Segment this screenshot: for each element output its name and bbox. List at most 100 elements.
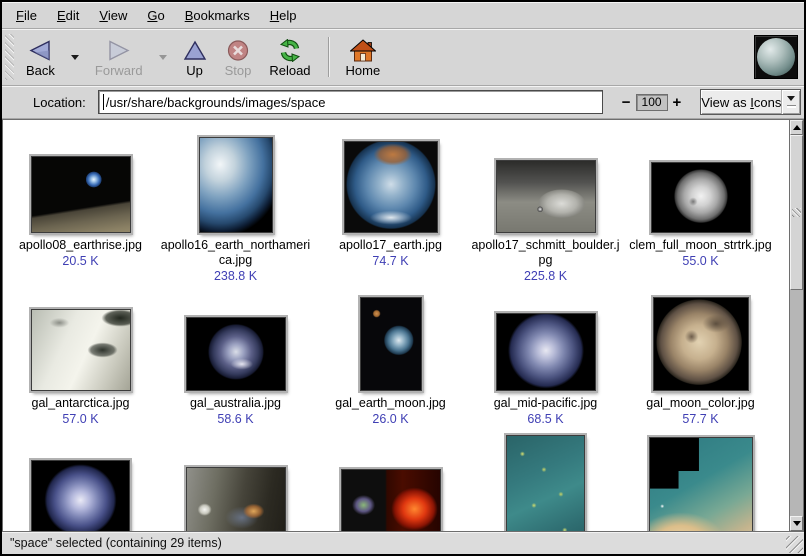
reload-button[interactable]: Reload [260, 31, 319, 83]
file-item[interactable]: apollo17_schmitt_boulder.jpg 225.8 K [468, 137, 623, 295]
window-resize-grip[interactable] [786, 536, 803, 553]
chevron-down-icon [787, 96, 795, 105]
throbber-globe-icon [757, 38, 795, 76]
up-label: Up [186, 63, 203, 78]
file-name[interactable]: apollo08_earthrise.jpg [19, 238, 142, 253]
file-thumbnail[interactable] [341, 469, 441, 532]
status-bar: "space" selected (containing 29 items) [2, 532, 804, 554]
up-icon [183, 39, 207, 62]
scrollbar-thumb[interactable] [790, 135, 803, 290]
file-size: 74.7 K [372, 254, 408, 268]
file-size: 225.8 K [524, 269, 567, 283]
forward-button[interactable]: Forward [86, 31, 152, 83]
forward-label: Forward [95, 63, 143, 78]
file-item[interactable]: gal_australia.jpg 58.6 K [158, 295, 313, 453]
location-input[interactable] [98, 90, 603, 114]
file-thumbnail[interactable] [496, 160, 596, 233]
zoom-out-button[interactable]: − [617, 95, 636, 110]
scrollbar-grip [792, 208, 801, 217]
file-item[interactable]: gal_earth_moon.jpg 26.0 K [313, 295, 468, 453]
file-item[interactable]: apollo17_earth.jpg 74.7 K [313, 137, 468, 295]
file-size: 68.5 K [527, 412, 563, 426]
file-item[interactable]: apollo16_earth_northamerica.jpg 238.8 K [158, 137, 313, 295]
home-button[interactable]: Home [337, 31, 390, 83]
dropdown-ridge [787, 106, 796, 108]
back-history-dropdown[interactable] [64, 31, 86, 83]
file-thumbnail[interactable] [344, 141, 438, 233]
forward-history-dropdown[interactable] [152, 31, 174, 83]
thumbnail-area [186, 295, 286, 391]
view-as-dropdown[interactable]: View as Icons [700, 89, 801, 115]
file-name[interactable]: gal_earth_moon.jpg [335, 396, 446, 411]
menu-item[interactable]: Bookmarks [175, 4, 260, 27]
file-item[interactable]: gal_mid-pacific.jpg 68.5 K [468, 295, 623, 453]
toolbar: Back Forward Up Stop [2, 29, 804, 86]
scroll-up-button[interactable] [790, 120, 803, 135]
file-thumbnail[interactable] [199, 137, 273, 233]
file-manager-window: File Edit View Go Bookmarks Help Back [0, 0, 806, 556]
file-thumbnail[interactable] [31, 156, 131, 233]
file-name[interactable]: apollo16_earth_northamerica.jpg [161, 238, 311, 268]
file-size: 20.5 K [62, 254, 98, 268]
up-button[interactable]: Up [174, 31, 216, 83]
icon-view: apollo08_earthrise.jpg 20.5 K apollo16_e… [2, 119, 789, 532]
file-thumbnail[interactable] [360, 297, 422, 391]
thumbnail-area [653, 295, 749, 391]
status-text: "space" selected (containing 29 items) [10, 536, 786, 550]
file-thumbnail[interactable] [653, 297, 749, 391]
zoom-level-indicator[interactable]: 100 [636, 94, 668, 111]
file-name[interactable]: gal_australia.jpg [190, 396, 281, 411]
menu-item[interactable]: Go [137, 4, 174, 27]
file-item[interactable] [468, 453, 623, 532]
file-item[interactable]: apollo08_earthrise.jpg 20.5 K [3, 137, 158, 295]
content-area: apollo08_earthrise.jpg 20.5 K apollo16_e… [2, 119, 804, 532]
file-thumbnail[interactable] [31, 309, 131, 391]
thumbnail-area [186, 453, 286, 532]
menu-item[interactable]: File [6, 4, 47, 27]
back-icon [27, 39, 53, 62]
file-item[interactable] [623, 453, 778, 532]
file-size: 57.7 K [682, 412, 718, 426]
back-label: Back [26, 63, 55, 78]
home-label: Home [346, 63, 381, 78]
file-item[interactable]: gal_moon_color.jpg 57.7 K [623, 295, 778, 453]
file-name[interactable]: clem_full_moon_strtrk.jpg [629, 238, 771, 253]
file-size: 58.6 K [217, 412, 253, 426]
file-thumbnail[interactable] [649, 437, 753, 532]
arrow-up-icon [793, 121, 801, 130]
thumbnail-area [506, 453, 585, 532]
file-name[interactable]: gal_antarctica.jpg [32, 396, 130, 411]
file-item[interactable] [313, 453, 468, 532]
file-thumbnail[interactable] [31, 460, 130, 532]
vertical-scrollbar[interactable] [789, 119, 804, 532]
throbber-frame [754, 35, 798, 79]
stop-button[interactable]: Stop [216, 31, 261, 83]
file-item[interactable] [158, 453, 313, 532]
file-name[interactable]: apollo17_schmitt_boulder.jpg [471, 238, 621, 268]
menu-item[interactable]: Edit [47, 4, 89, 27]
scrollbar-trough[interactable] [790, 135, 803, 516]
thumbnail-area [496, 137, 596, 233]
thumbnail-area [31, 295, 131, 391]
file-item[interactable]: gal_antarctica.jpg 57.0 K [3, 295, 158, 453]
back-button[interactable]: Back [17, 31, 64, 83]
file-thumbnail[interactable] [506, 435, 585, 532]
file-size: 57.0 K [62, 412, 98, 426]
file-thumbnail[interactable] [496, 313, 596, 391]
file-item[interactable] [3, 453, 158, 532]
reload-label: Reload [269, 63, 310, 78]
scroll-down-button[interactable] [790, 516, 803, 531]
file-name[interactable]: apollo17_earth.jpg [339, 238, 442, 253]
file-thumbnail[interactable] [651, 162, 751, 233]
thumbnail-area [496, 295, 596, 391]
file-name[interactable]: gal_moon_color.jpg [646, 396, 754, 411]
file-name[interactable]: gal_mid-pacific.jpg [494, 396, 598, 411]
menu-item[interactable]: Help [260, 4, 307, 27]
zoom-in-button[interactable]: + [668, 95, 687, 110]
menu-item[interactable]: View [89, 4, 137, 27]
file-thumbnail[interactable] [186, 467, 286, 532]
chevron-down-icon [71, 55, 79, 64]
toolbar-drag-handle[interactable] [5, 34, 14, 80]
file-thumbnail[interactable] [186, 317, 286, 391]
file-item[interactable]: clem_full_moon_strtrk.jpg 55.0 K [623, 137, 778, 295]
